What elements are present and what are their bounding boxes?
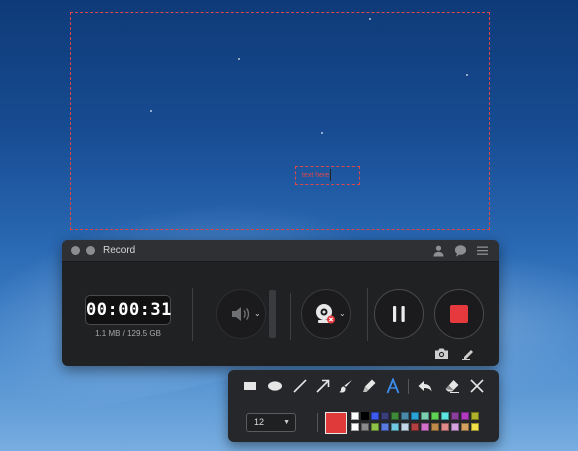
undo-icon[interactable] <box>417 378 433 394</box>
color-swatch[interactable] <box>461 412 469 420</box>
close-window-button[interactable] <box>71 246 80 255</box>
color-swatch[interactable] <box>421 423 429 431</box>
minimize-window-button[interactable] <box>86 246 95 255</box>
divider <box>408 379 409 394</box>
color-swatch[interactable] <box>381 412 389 420</box>
color-swatch[interactable] <box>371 412 379 420</box>
edit-pen-icon[interactable] <box>461 347 476 360</box>
record-panel: Record 00:00:31 1.1 MB / 129.5 GB ⌄ ⌄ <box>62 240 499 366</box>
font-size-select[interactable]: 12 ▼ <box>246 413 296 432</box>
file-size-info: 1.1 MB / 129.5 GB <box>95 329 161 338</box>
font-size-value: 12 <box>254 417 265 427</box>
color-swatch[interactable] <box>431 412 439 420</box>
text-tool-icon[interactable] <box>385 377 401 394</box>
color-swatch[interactable] <box>401 423 409 431</box>
color-swatch[interactable] <box>431 423 439 431</box>
volume-level-bar[interactable] <box>269 290 276 338</box>
chevron-down-icon: ▼ <box>283 419 290 426</box>
color-swatch[interactable] <box>471 412 479 420</box>
close-icon[interactable] <box>469 378 485 394</box>
color-swatch[interactable] <box>451 412 459 420</box>
color-swatch[interactable] <box>381 423 389 431</box>
divider <box>192 288 193 341</box>
stop-button[interactable] <box>434 289 484 339</box>
window-title: Record <box>103 245 136 256</box>
webcam-options-chevron-icon[interactable]: ⌄ <box>339 309 346 318</box>
speaker-icon <box>232 307 250 321</box>
color-swatch[interactable] <box>451 423 459 431</box>
color-swatch[interactable] <box>391 423 399 431</box>
text-caret <box>330 169 332 182</box>
color-swatch[interactable] <box>461 423 469 431</box>
highlighter-tool-icon[interactable] <box>361 378 377 394</box>
color-swatch[interactable] <box>421 412 429 420</box>
stop-icon <box>450 305 468 323</box>
brush-tool-icon[interactable] <box>338 378 354 394</box>
user-icon[interactable] <box>432 244 445 257</box>
text-annotation-value: text here <box>302 172 330 179</box>
webcam-disabled-icon <box>316 304 335 324</box>
chat-icon[interactable] <box>454 244 467 257</box>
title-bar[interactable]: Record <box>62 240 499 262</box>
color-swatch[interactable] <box>351 423 359 431</box>
divider <box>367 288 368 341</box>
eraser-icon[interactable] <box>444 378 460 394</box>
current-color-swatch[interactable] <box>325 412 347 434</box>
pause-button[interactable] <box>374 289 424 339</box>
menu-icon[interactable] <box>476 244 489 257</box>
capture-area-selection[interactable] <box>70 12 490 230</box>
divider <box>317 413 318 432</box>
color-swatch[interactable] <box>351 412 359 420</box>
color-swatch[interactable] <box>411 423 419 431</box>
color-swatch[interactable] <box>441 412 449 420</box>
color-swatch[interactable] <box>361 412 369 420</box>
screenshot-camera-icon[interactable] <box>434 347 449 360</box>
recording-timer: 00:00:31 <box>85 295 171 325</box>
line-tool-icon[interactable] <box>292 378 308 394</box>
ellipse-tool-icon[interactable] <box>267 378 283 394</box>
color-palette <box>351 412 480 432</box>
color-swatch[interactable] <box>471 423 479 431</box>
color-swatch[interactable] <box>411 412 419 420</box>
color-swatch[interactable] <box>441 423 449 431</box>
divider <box>290 293 291 340</box>
annotation-toolbar: 12 ▼ <box>228 370 499 442</box>
rectangle-tool-icon[interactable] <box>242 378 258 394</box>
color-swatch[interactable] <box>401 412 409 420</box>
color-swatch[interactable] <box>391 412 399 420</box>
pause-icon <box>393 306 405 322</box>
color-swatch[interactable] <box>371 423 379 431</box>
text-annotation-box[interactable]: text here <box>295 166 360 185</box>
arrow-tool-icon[interactable] <box>315 378 331 394</box>
color-swatch[interactable] <box>361 423 369 431</box>
sound-options-chevron-icon[interactable]: ⌄ <box>254 309 261 318</box>
